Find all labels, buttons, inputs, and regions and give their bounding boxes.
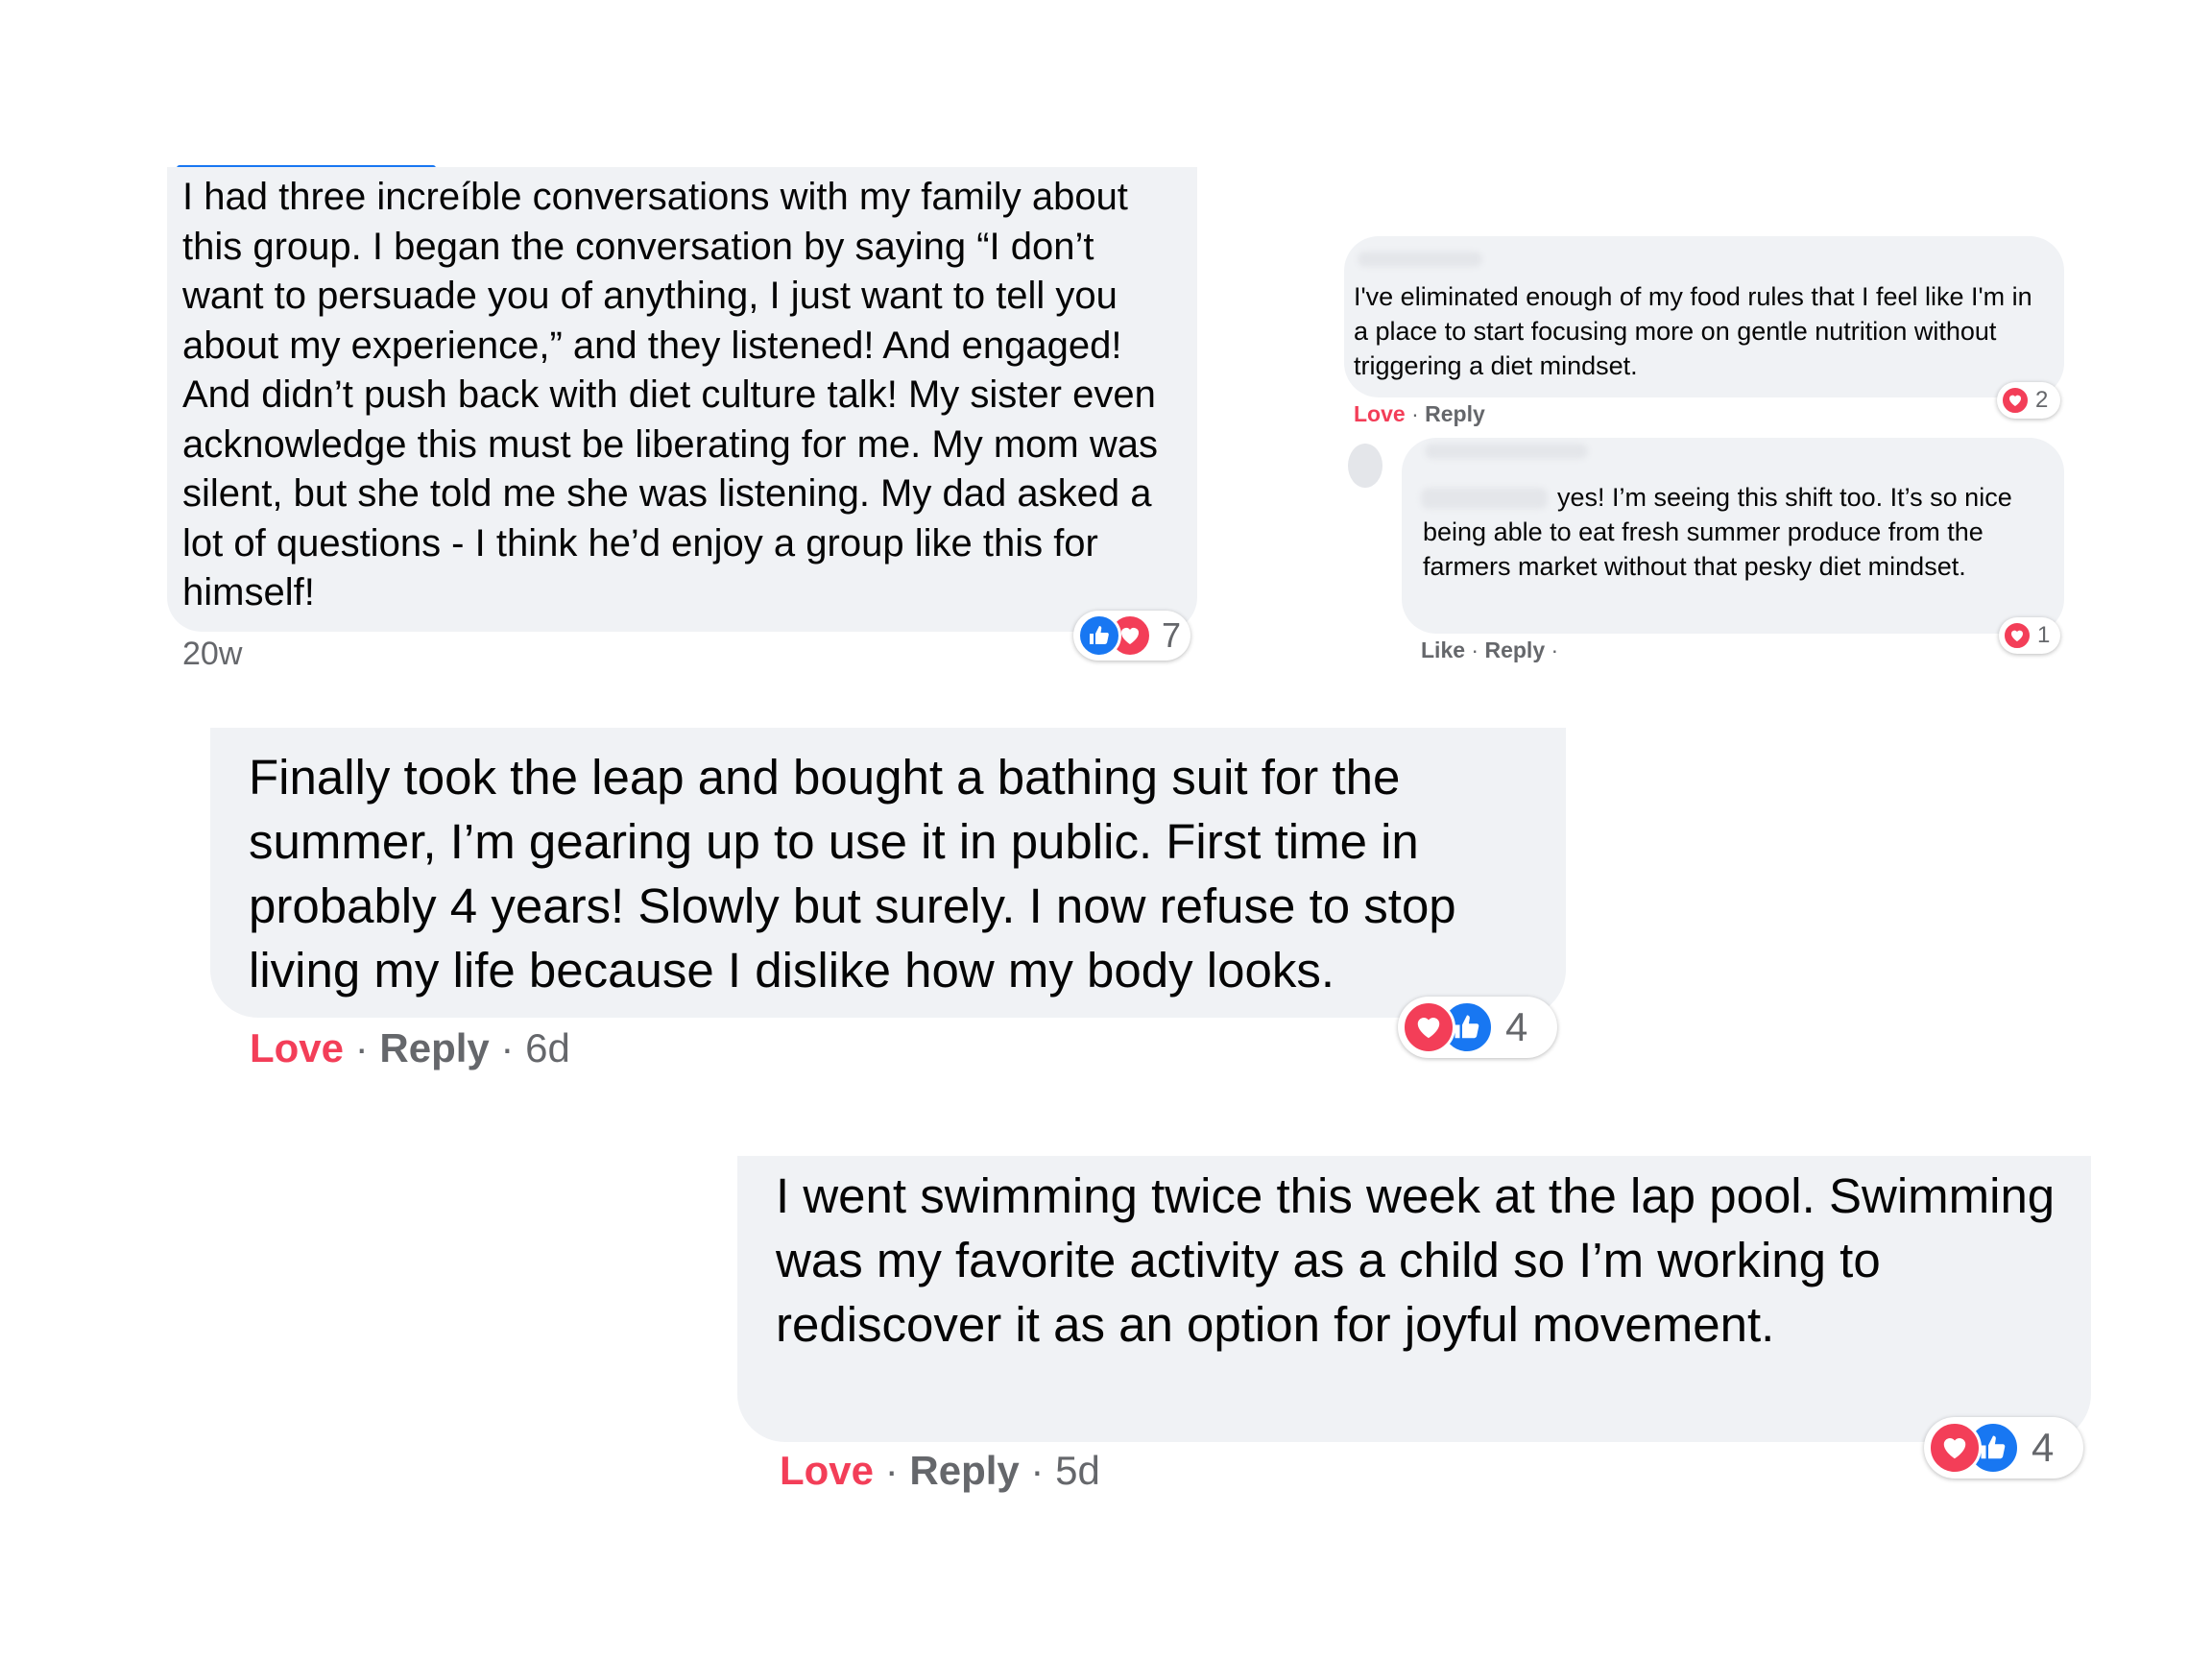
reaction-count: 4 (2032, 1425, 2055, 1470)
reaction-count: 1 (2037, 622, 2051, 648)
separator: · (354, 1025, 369, 1070)
blurred-mention (1421, 488, 1548, 509)
love-button[interactable]: Love (780, 1448, 874, 1493)
blurred-author-name (1358, 252, 1482, 267)
reply-button[interactable]: Reply (379, 1025, 489, 1070)
like-icon (1077, 613, 1121, 658)
blurred-author-name (1425, 444, 1588, 459)
timestamp[interactable]: 5d (1055, 1448, 1100, 1493)
reaction-summary[interactable]: 4 (1924, 1417, 2083, 1479)
reaction-count: 7 (1162, 615, 1182, 655)
comment-text: Finally took the leap and bought a bathi… (249, 750, 1456, 998)
reaction-summary[interactable]: 1 (1999, 617, 2060, 654)
separator: · (1471, 637, 1479, 662)
reply-button[interactable]: Reply (909, 1448, 1019, 1493)
reaction-summary[interactable]: 2 (1997, 382, 2060, 419)
separator: · (1551, 637, 1559, 662)
comment-bubble: I've eliminated enough of my food rules … (1344, 236, 2064, 397)
comment-text: I had three increíble conversations with… (182, 176, 1158, 613)
comment-meta: Like · Reply · (1421, 637, 1558, 663)
reaction-count: 2 (2035, 387, 2049, 413)
love-icon (2001, 386, 2030, 415)
separator: · (884, 1448, 899, 1493)
comment-meta: Love · Reply (1354, 401, 1485, 427)
reaction-count: 4 (1505, 1004, 1528, 1049)
like-button[interactable]: Like (1421, 637, 1465, 662)
comment-bubble: I went swimming twice this week at the l… (737, 1156, 2091, 1442)
comment-bubble: I had three increíble conversations with… (167, 167, 1197, 632)
love-icon (1402, 1000, 1455, 1054)
separator: · (1411, 401, 1419, 426)
timestamp[interactable]: 20w (182, 636, 242, 672)
reaction-summary[interactable]: 4 (1398, 997, 1557, 1058)
comment-bubble: yes! I’m seeing this shift too. It’s so … (1402, 438, 2064, 634)
love-button[interactable]: Love (250, 1025, 344, 1070)
reply-button[interactable]: Reply (1484, 637, 1545, 662)
reply-button[interactable]: Reply (1425, 401, 1485, 426)
separator: · (500, 1025, 515, 1070)
love-button[interactable]: Love (1354, 401, 1406, 426)
comment-text: I went swimming twice this week at the l… (776, 1168, 2056, 1352)
comment-meta: Love · Reply · 5d (780, 1448, 1100, 1494)
love-icon (2003, 621, 2032, 650)
reaction-summary[interactable]: 7 (1073, 611, 1190, 661)
comment-meta: Love · Reply · 6d (250, 1025, 570, 1071)
love-icon (1928, 1421, 1982, 1475)
comment-text: I've eliminated enough of my food rules … (1354, 282, 2032, 380)
comment-bubble: Finally took the leap and bought a bathi… (210, 728, 1566, 1018)
timestamp[interactable]: 6d (525, 1025, 570, 1070)
avatar[interactable] (1348, 444, 1382, 488)
separator: · (1030, 1448, 1045, 1493)
comment-meta: 20w (182, 636, 242, 673)
